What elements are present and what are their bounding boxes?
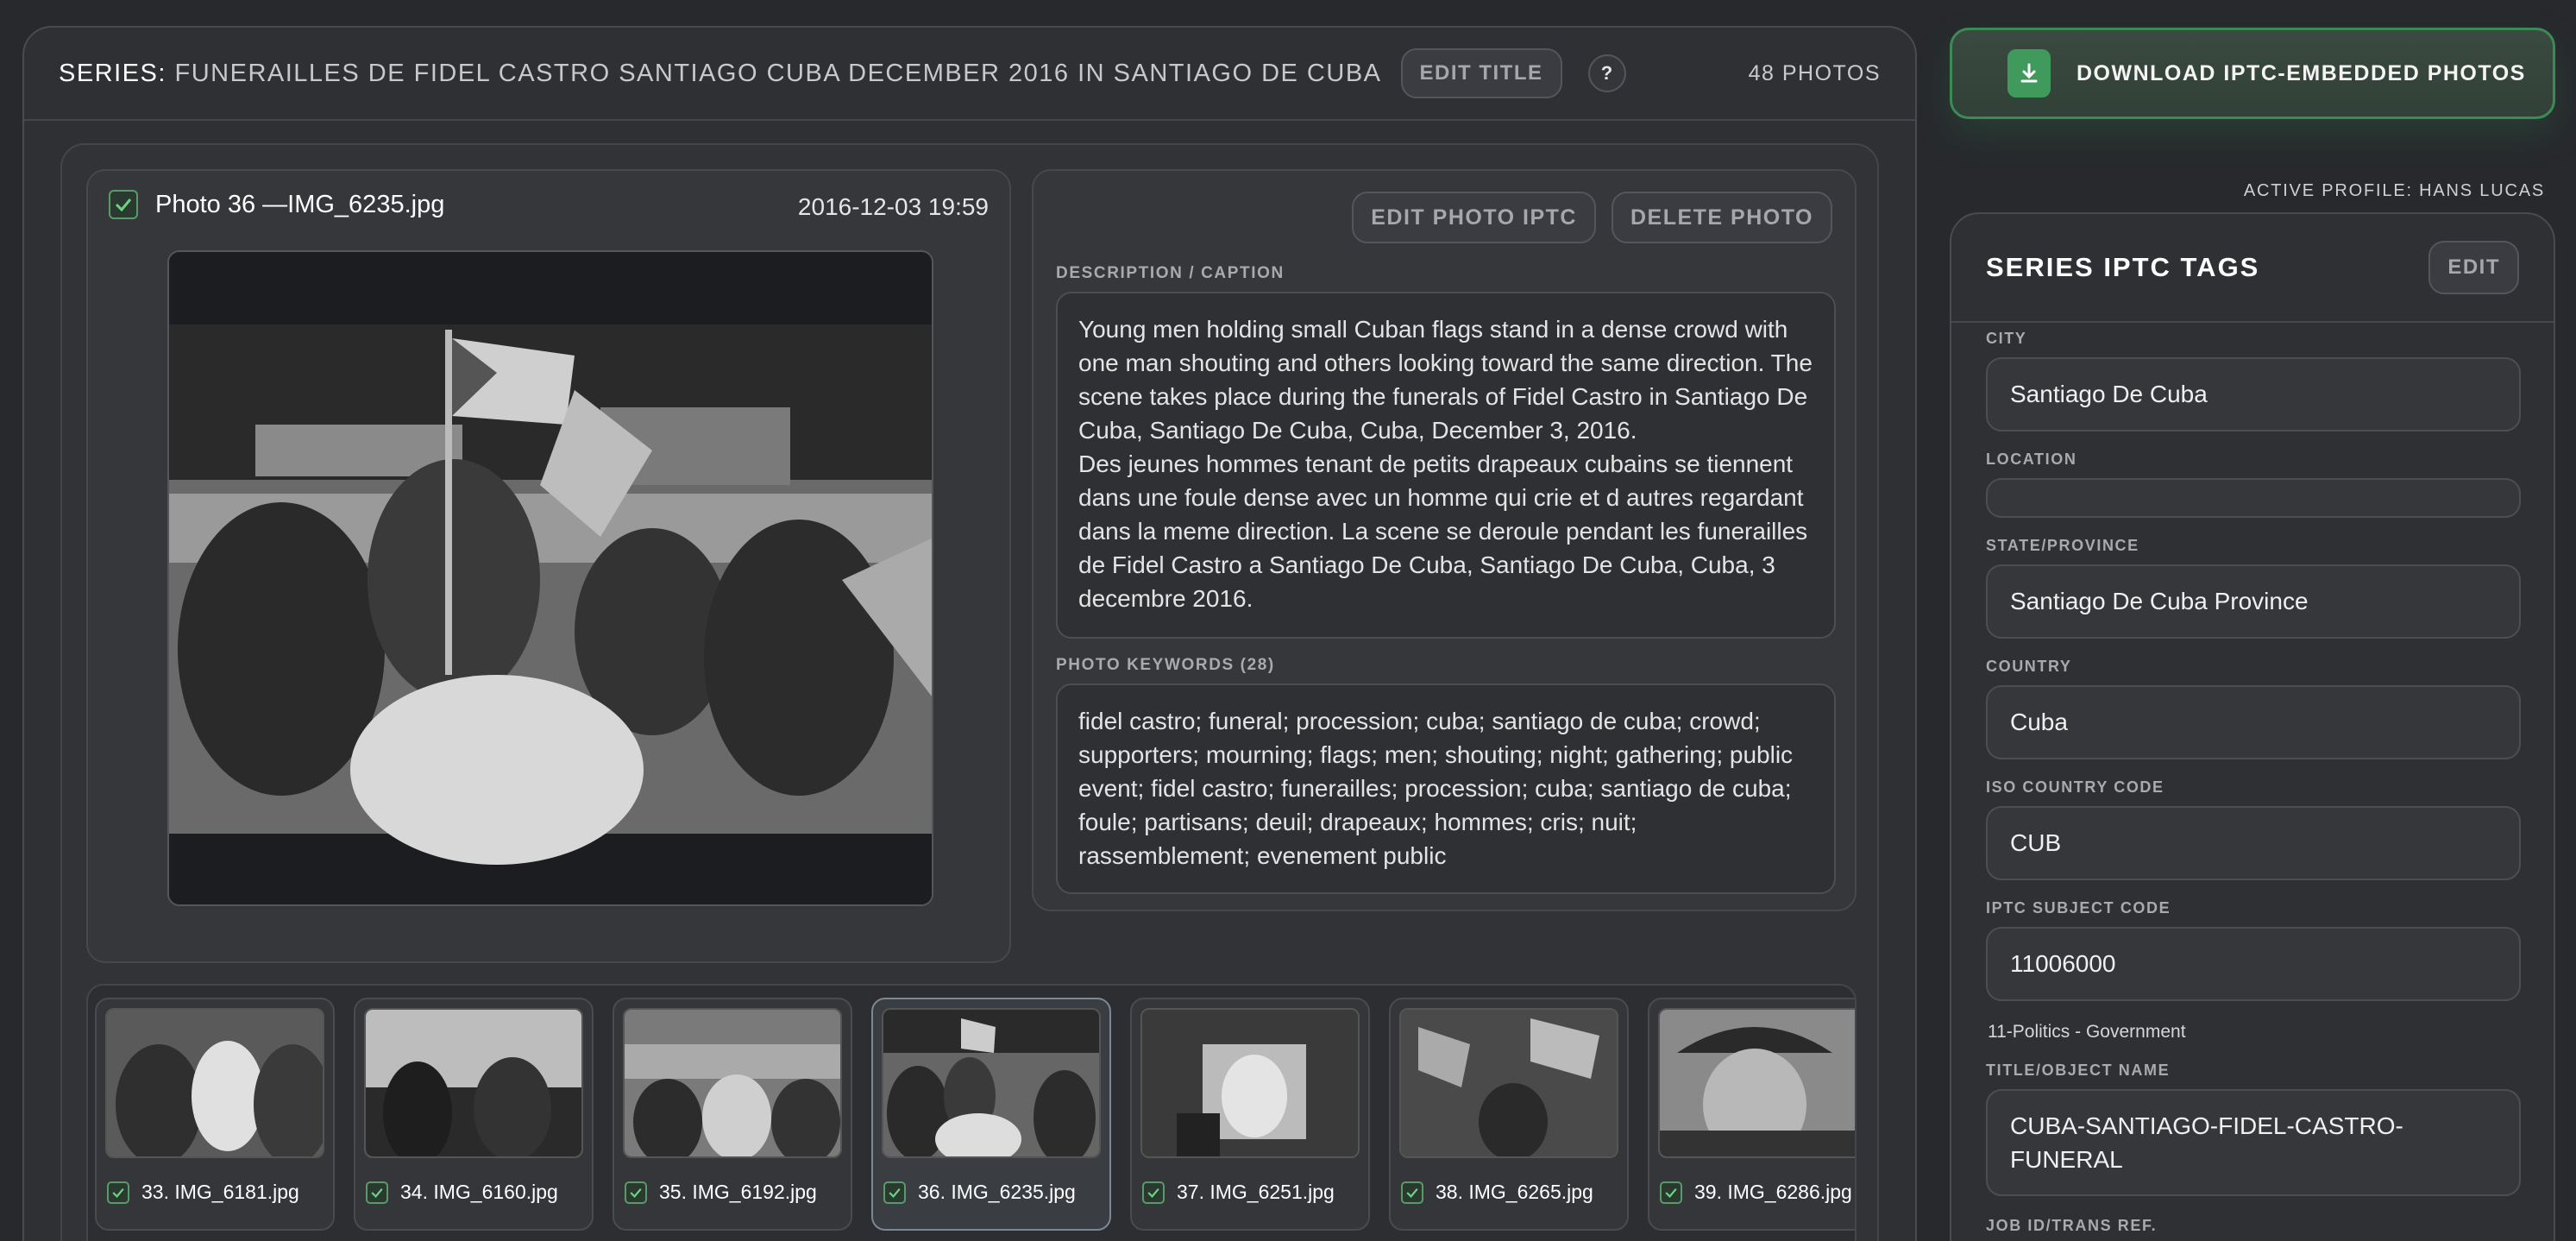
subject-code-note: 11-Politics - Government — [1988, 1022, 2186, 1042]
thumbnail-item[interactable]: 34. IMG_6160.jpg — [354, 998, 594, 1231]
thumbnail-strip: 33. IMG_6181.jpg 34. IMG_6160.jpg 35. IM… — [86, 984, 1857, 1241]
thumbnail-filename: 38. IMG_6265.jpg — [1436, 1181, 1593, 1203]
thumbnail-filename: 35. IMG_6192.jpg — [659, 1181, 817, 1203]
thumbnail-label: 36. IMG_6235.jpg — [883, 1181, 1076, 1204]
thumbnail-filename: 33. IMG_6181.jpg — [141, 1181, 299, 1203]
thumbnail-item[interactable]: 33. IMG_6181.jpg — [95, 998, 335, 1231]
photo-actions: EDIT PHOTO IPTC DELETE PHOTO — [1352, 192, 1832, 243]
photo-card: Photo 36 —IMG_6235.jpg 2016-12-03 19:59 — [86, 169, 1011, 963]
thumbnail-checkbox[interactable] — [107, 1181, 129, 1204]
active-profile: ACTIVE PROFILE: HANS LUCAS — [2243, 181, 2545, 200]
country-label: COUNTRY — [1986, 658, 2072, 675]
check-icon — [115, 198, 132, 212]
help-button[interactable]: ? — [1587, 54, 1626, 92]
thumbnail-item[interactable]: 38. IMG_6265.jpg — [1389, 998, 1629, 1231]
keywords-label: PHOTO KEYWORDS (28) — [1056, 656, 1275, 674]
state-label: STATE/PROVINCE — [1986, 537, 2139, 554]
country-field[interactable]: Cuba — [1986, 685, 2521, 759]
thumbnail-checkbox[interactable] — [883, 1181, 906, 1204]
iptc-header: SERIES IPTC TAGS EDIT — [1951, 214, 2554, 323]
thumbnail-item-active[interactable]: 36. IMG_6235.jpg — [871, 998, 1111, 1231]
main-photo[interactable] — [169, 252, 933, 906]
photo-editor: Photo 36 —IMG_6235.jpg 2016-12-03 19:59 — [60, 143, 1879, 1241]
check-icon — [112, 1187, 124, 1198]
thumbnail-checkbox[interactable] — [1401, 1181, 1423, 1204]
thumbnail-label: 39. IMG_6286.jpg — [1660, 1181, 1852, 1204]
thumbnail-image — [364, 1008, 583, 1158]
thumbnail-checkbox[interactable] — [1142, 1181, 1165, 1204]
subject-code-field[interactable]: 11006000 — [1986, 927, 2521, 1001]
thumbnail-checkbox[interactable] — [366, 1181, 388, 1204]
thumbnail-filename: 34. IMG_6160.jpg — [400, 1181, 558, 1203]
photo-details: EDIT PHOTO IPTC DELETE PHOTO DESCRIPTION… — [1032, 169, 1857, 911]
thumbnail-image — [1399, 1008, 1618, 1158]
thumbnail-checkbox[interactable] — [625, 1181, 647, 1204]
state-field[interactable]: Santiago De Cuba Province — [1986, 564, 2521, 639]
series-panel: SERIES: FUNERAILLES DE FIDEL CASTRO SANT… — [22, 26, 1917, 1241]
series-label: SERIES: — [59, 59, 166, 87]
thumbnail-checkbox[interactable] — [1660, 1181, 1682, 1204]
thumbnail-label: 38. IMG_6265.jpg — [1401, 1181, 1593, 1204]
check-icon — [1147, 1187, 1159, 1198]
thumbnail-filename: 39. IMG_6286.jpg — [1694, 1181, 1852, 1203]
description-field[interactable]: Young men holding small Cuban flags stan… — [1056, 292, 1836, 639]
download-iptc-button[interactable]: DOWNLOAD IPTC-EMBEDDED PHOTOS — [1950, 28, 2555, 119]
thumbnail-label: 35. IMG_6192.jpg — [625, 1181, 817, 1204]
city-field[interactable]: Santiago De Cuba — [1986, 357, 2521, 432]
object-name-label: TITLE/OBJECT NAME — [1986, 1061, 2171, 1079]
photo-count: 48 PHOTOS — [1748, 60, 1881, 85]
thumbnail-label: 34. IMG_6160.jpg — [366, 1181, 558, 1204]
download-label: DOWNLOAD IPTC-EMBEDDED PHOTOS — [2077, 60, 2526, 85]
thumbnail-image — [1658, 1008, 1855, 1158]
photo-title: Photo 36 —IMG_6235.jpg — [155, 190, 445, 218]
thumbnail-label: 33. IMG_6181.jpg — [107, 1181, 299, 1204]
thumbnail-filename: 37. IMG_6251.jpg — [1177, 1181, 1335, 1203]
job-id-label: JOB ID/TRANS REF. — [1986, 1217, 2158, 1234]
delete-photo-button[interactable]: DELETE PHOTO — [1611, 192, 1832, 243]
thumbnail-label: 37. IMG_6251.jpg — [1142, 1181, 1335, 1204]
description-label: DESCRIPTION / CAPTION — [1056, 264, 1285, 282]
edit-iptc-button[interactable]: EDIT — [2428, 241, 2519, 294]
object-name-field[interactable]: CUBA-SANTIAGO-FIDEL-CASTRO-FUNERAL — [1986, 1089, 2521, 1196]
thumbnail-image — [105, 1008, 324, 1158]
edit-photo-iptc-button[interactable]: EDIT PHOTO IPTC — [1352, 192, 1596, 243]
thumbnail-item[interactable]: 35. IMG_6192.jpg — [613, 998, 852, 1231]
iso-code-label: ISO COUNTRY CODE — [1986, 778, 2164, 796]
thumbnail-image — [623, 1008, 842, 1158]
photo-date: 2016-12-03 19:59 — [797, 193, 989, 220]
location-label: LOCATION — [1986, 450, 2077, 468]
iso-code-field[interactable]: CUB — [1986, 806, 2521, 880]
iptc-title: SERIES IPTC TAGS — [1986, 252, 2260, 282]
keywords-field[interactable]: fidel castro; funeral; procession; cuba;… — [1056, 683, 1836, 894]
edit-title-button[interactable]: EDIT TITLE — [1400, 48, 1562, 98]
thumbnail-image — [1140, 1008, 1360, 1158]
download-icon — [2007, 49, 2051, 98]
check-icon — [1665, 1187, 1677, 1198]
check-icon — [630, 1187, 642, 1198]
thumbnail-filename: 36. IMG_6235.jpg — [918, 1181, 1076, 1203]
series-title: SERIES: FUNERAILLES DE FIDEL CASTRO SANT… — [59, 60, 1382, 88]
series-name: FUNERAILLES DE FIDEL CASTRO SANTIAGO CUB… — [174, 59, 1382, 87]
check-icon — [1406, 1187, 1418, 1198]
series-iptc-panel: SERIES IPTC TAGS EDIT CITY Santiago De C… — [1950, 212, 2555, 1241]
check-icon — [371, 1187, 383, 1198]
city-label: CITY — [1986, 330, 2027, 347]
photo-viewer — [167, 250, 933, 906]
series-header: SERIES: FUNERAILLES DE FIDEL CASTRO SANT… — [24, 28, 1915, 121]
thumbnail-item[interactable]: 37. IMG_6251.jpg — [1130, 998, 1370, 1231]
thumbnail-item[interactable]: 39. IMG_6286.jpg — [1648, 998, 1855, 1231]
photo-select-checkbox[interactable] — [109, 190, 138, 219]
location-field[interactable] — [1986, 478, 2521, 518]
check-icon — [889, 1187, 901, 1198]
subject-code-label: IPTC SUBJECT CODE — [1986, 899, 2171, 917]
thumbnail-image — [882, 1008, 1101, 1158]
photo-header: Photo 36 —IMG_6235.jpg — [109, 190, 444, 219]
